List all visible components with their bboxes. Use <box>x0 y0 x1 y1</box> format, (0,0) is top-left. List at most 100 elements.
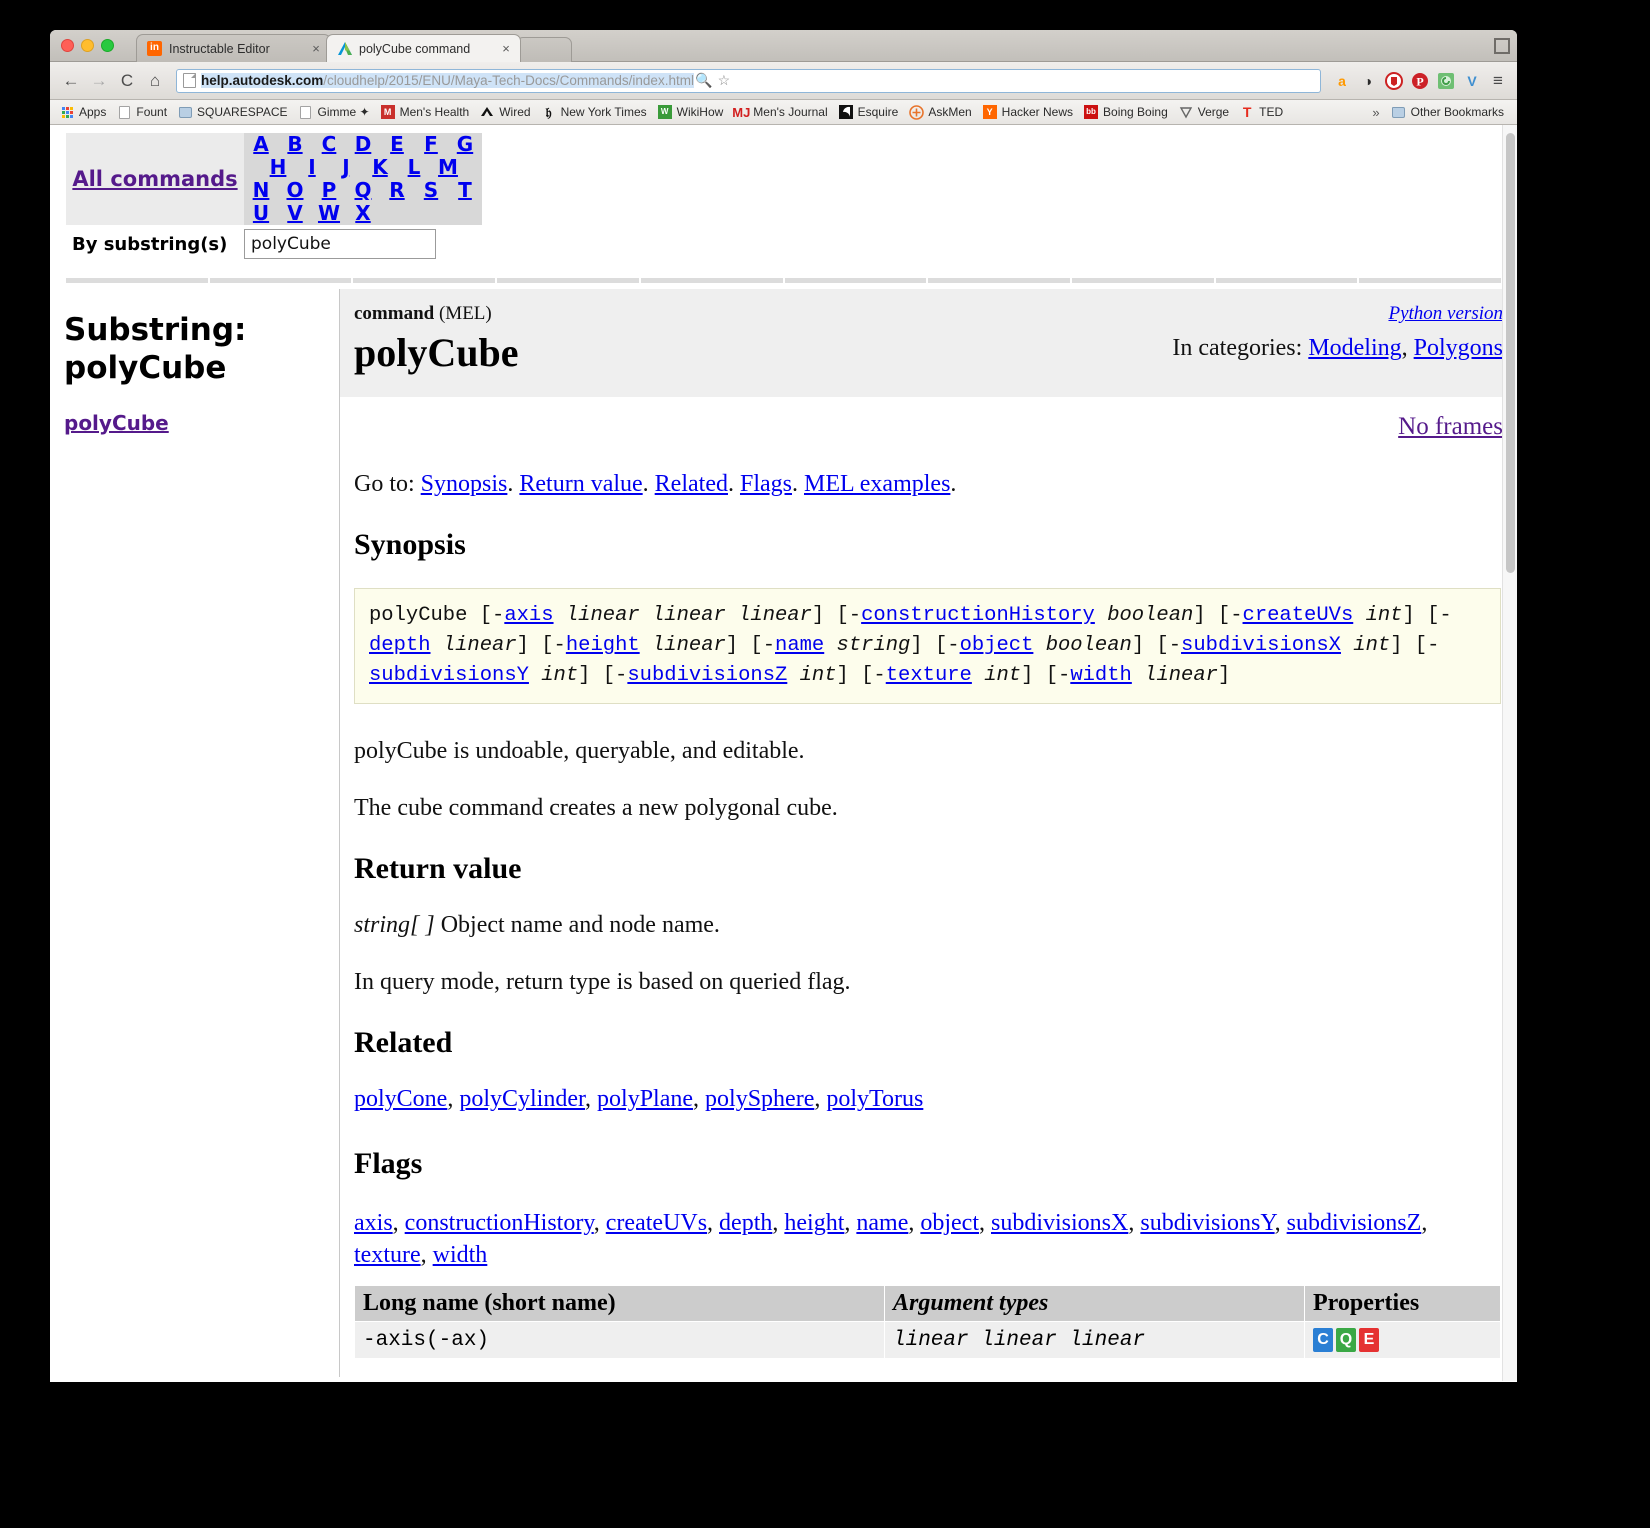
python-version-link[interactable]: Python version <box>1388 303 1503 325</box>
alpha-link-c[interactable]: C <box>312 133 346 156</box>
synopsis-flag-subdivisionsy[interactable]: subdivisionsY <box>369 664 529 687</box>
flag-link-constructionhistory[interactable]: constructionHistory <box>405 1210 594 1236</box>
alpha-link-v[interactable]: V <box>278 202 312 225</box>
new-tab-button[interactable] <box>516 37 572 62</box>
goto-link-return-value[interactable]: Return value <box>519 471 642 497</box>
forward-icon[interactable]: → <box>86 68 112 94</box>
alpha-link-e[interactable]: E <box>380 133 414 156</box>
alpha-link-p[interactable]: P <box>312 179 346 202</box>
bookmarks-overflow-chevron[interactable]: » <box>1364 105 1387 120</box>
synopsis-flag-name[interactable]: name <box>775 634 824 657</box>
maximize-window-button[interactable] <box>101 39 114 52</box>
reload-icon[interactable]: C <box>114 68 140 94</box>
alpha-link-i[interactable]: I <box>295 156 329 179</box>
alpha-link-d[interactable]: D <box>346 133 380 156</box>
bookmark-new-york-times[interactable]: 𝔥 New York Times <box>538 102 654 123</box>
search-result-polycube[interactable]: polyCube <box>64 411 169 435</box>
synopsis-flag-width[interactable]: width <box>1070 664 1132 687</box>
all-commands-link[interactable]: All commands <box>72 167 237 191</box>
amazon-extension-icon[interactable]: a <box>1331 70 1353 92</box>
close-window-button[interactable] <box>61 39 74 52</box>
bookmark-boing-boing[interactable]: bb Boing Boing <box>1080 102 1175 123</box>
alpha-link-n[interactable]: N <box>244 179 278 202</box>
flag-link-axis[interactable]: axis <box>354 1210 393 1236</box>
star-icon[interactable]: ☆ <box>714 72 734 89</box>
bookmark-apps[interactable]: Apps <box>56 102 113 123</box>
synopsis-flag-createuvs[interactable]: createUVs <box>1243 604 1354 627</box>
synopsis-flag-object[interactable]: object <box>960 634 1034 657</box>
flag-link-name[interactable]: name <box>856 1210 908 1236</box>
no-frames-link[interactable]: No frames <box>1398 413 1503 440</box>
flag-link-subdivisionsy[interactable]: subdivisionsY <box>1140 1210 1274 1236</box>
browser-tab-instructable-editor[interactable]: in Instructable Editor × <box>136 34 331 62</box>
alpha-link-w[interactable]: W <box>312 202 346 225</box>
flag-link-createuvs[interactable]: createUVs <box>606 1210 707 1236</box>
flag-link-height[interactable]: height <box>784 1210 844 1236</box>
bookmark-askmen[interactable]: AskMen <box>905 102 978 123</box>
related-link-polytorus[interactable]: polyTorus <box>826 1086 923 1112</box>
close-tab-button[interactable]: × <box>498 41 514 56</box>
pocket-extension-icon[interactable]: V <box>1461 70 1483 92</box>
alpha-link-k[interactable]: K <box>363 156 397 179</box>
bookmark-hacker-news[interactable]: Y Hacker News <box>979 102 1080 123</box>
zoom-icon[interactable]: 🔍 <box>694 72 714 89</box>
home-icon[interactable]: ⌂ <box>142 68 168 94</box>
restore-window-icon[interactable] <box>1494 38 1508 52</box>
flag-link-texture[interactable]: texture <box>354 1242 421 1268</box>
alpha-link-j[interactable]: J <box>329 156 363 179</box>
goto-link-synopsis[interactable]: Synopsis <box>421 471 508 497</box>
synopsis-flag-height[interactable]: height <box>566 634 640 657</box>
alpha-link-l[interactable]: L <box>397 156 431 179</box>
bookmark-squarespace[interactable]: SQUARESPACE <box>174 102 294 123</box>
alpha-link-q[interactable]: Q <box>346 179 380 202</box>
synopsis-flag-texture[interactable]: texture <box>886 664 972 687</box>
minimize-window-button[interactable] <box>81 39 94 52</box>
alpha-link-u[interactable]: U <box>244 202 278 225</box>
alpha-link-m[interactable]: M <box>431 156 465 179</box>
alpha-link-h[interactable]: H <box>261 156 295 179</box>
chrome-menu-icon[interactable]: ≡ <box>1487 70 1509 92</box>
related-link-polycylinder[interactable]: polyCylinder <box>459 1086 585 1112</box>
synopsis-flag-constructionhistory[interactable]: constructionHistory <box>861 604 1095 627</box>
scrollbar-thumb[interactable] <box>1506 133 1515 573</box>
alpha-link-g[interactable]: G <box>448 133 482 156</box>
ghostery-extension-icon[interactable]: ◑ <box>1357 70 1379 92</box>
evernote-extension-icon[interactable] <box>1435 70 1457 92</box>
bookmark-other-bookmarks[interactable]: Other Bookmarks <box>1388 102 1511 123</box>
flag-link-width[interactable]: width <box>433 1242 488 1268</box>
synopsis-flag-depth[interactable]: depth <box>369 634 431 657</box>
flag-link-depth[interactable]: depth <box>719 1210 772 1236</box>
synopsis-flag-axis[interactable]: axis <box>504 604 553 627</box>
goto-link-related[interactable]: Related <box>655 471 728 497</box>
pinterest-extension-icon[interactable]: P <box>1409 70 1431 92</box>
close-tab-button[interactable]: × <box>308 41 324 56</box>
bookmark-fount[interactable]: Fount <box>113 102 174 123</box>
alpha-link-s[interactable]: S <box>414 179 448 202</box>
alpha-link-o[interactable]: O <box>278 179 312 202</box>
bookmark-verge[interactable]: Verge <box>1175 102 1236 123</box>
related-link-polycone[interactable]: polyCone <box>354 1086 447 1112</box>
alpha-link-b[interactable]: B <box>278 133 312 156</box>
alpha-link-a[interactable]: A <box>244 133 278 156</box>
bookmark-ted[interactable]: T TED <box>1236 102 1290 123</box>
synopsis-flag-subdivisionsz[interactable]: subdivisionsZ <box>627 664 787 687</box>
related-link-polysphere[interactable]: polySphere <box>705 1086 814 1112</box>
flag-link-subdivisionsz[interactable]: subdivisionsZ <box>1287 1210 1422 1236</box>
bookmark-gimme[interactable]: Gimme ✦ <box>295 102 377 123</box>
bookmark-mens-health[interactable]: M Men's Health <box>377 102 477 123</box>
alpha-link-f[interactable]: F <box>414 133 448 156</box>
adblock-extension-icon[interactable] <box>1383 70 1405 92</box>
flag-link-subdivisionsx[interactable]: subdivisionsX <box>991 1210 1128 1236</box>
bookmark-esquire[interactable]: Esquire <box>835 102 906 123</box>
browser-tab-polycube-command[interactable]: polyCube command × <box>326 34 521 62</box>
back-icon[interactable]: ← <box>58 68 84 94</box>
page-scrollbar[interactable] <box>1502 125 1517 1381</box>
category-link-modeling[interactable]: Modeling <box>1308 335 1401 361</box>
synopsis-flag-subdivisionsx[interactable]: subdivisionsX <box>1181 634 1341 657</box>
bookmark-wikihow[interactable]: W WikiHow <box>654 102 731 123</box>
alpha-link-x[interactable]: X <box>346 202 380 225</box>
alpha-link-t[interactable]: T <box>448 179 482 202</box>
goto-link-flags[interactable]: Flags <box>740 471 792 497</box>
address-bar[interactable]: help.autodesk.com/cloudhelp/2015/ENU/May… <box>176 69 1321 93</box>
bookmark-wired[interactable]: Wired <box>476 102 537 123</box>
